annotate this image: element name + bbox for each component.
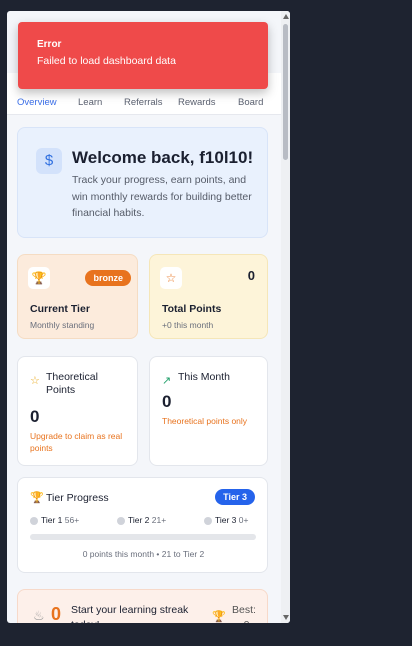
app-window: Overview Learn Referrals Rewards Board $… xyxy=(7,11,290,623)
learning-streak-card: ♨ 0 Start your learning streak today! 🏆 … xyxy=(17,589,268,623)
total-points-title: Total Points xyxy=(162,303,222,315)
star-icon: ☆ xyxy=(160,267,182,289)
streak-best-value: 0 xyxy=(244,619,250,623)
this-month-title: This Month xyxy=(178,371,230,383)
scroll-up-arrow-icon[interactable] xyxy=(283,14,289,19)
tier-step: Tier 3 0+ xyxy=(204,515,249,525)
vertical-scrollbar[interactable] xyxy=(281,11,290,623)
theoretical-title: Theoretical Points xyxy=(46,371,98,396)
this-month-note: Theoretical points only xyxy=(162,416,248,426)
tier-progress-footer: 0 points this month • 21 to Tier 2 xyxy=(82,549,205,559)
toast-title: Error xyxy=(37,39,62,50)
main-content: Overview Learn Referrals Rewards Board $… xyxy=(7,11,281,623)
streak-text: Start your learning streak today! xyxy=(71,604,189,623)
scroll-down-arrow-icon[interactable] xyxy=(283,615,289,620)
toast-message: Failed to load dashboard data xyxy=(37,55,176,67)
trophy-icon: 🏆 xyxy=(212,611,226,623)
tab-referrals[interactable]: Referrals xyxy=(124,97,163,108)
tier-step-value: 56+ xyxy=(64,515,80,525)
error-toast[interactable]: Error Failed to load dashboard data xyxy=(18,22,268,89)
tier-progress-bar xyxy=(30,534,256,540)
tier-dot xyxy=(117,516,125,525)
trophy-icon: 🏆 xyxy=(30,492,44,504)
star-outline-icon: ☆ xyxy=(30,375,40,387)
theoretical-points-card: ☆ Theoretical Points 0 Upgrade to claim … xyxy=(17,356,138,466)
trophy-icon: 🏆 xyxy=(28,267,50,289)
streak-best: Best: 0 xyxy=(232,603,256,623)
current-tier-title: Current Tier xyxy=(30,303,90,315)
tier-step-label: Tier 2 xyxy=(128,515,150,525)
welcome-description: Track your progress, earn points, and wi… xyxy=(72,174,252,219)
tier-step-value: 0+ xyxy=(238,515,249,525)
streak-value: 0 xyxy=(51,604,62,623)
trending-up-icon: ↗ xyxy=(162,375,172,387)
tier-step-label: Tier 1 xyxy=(41,515,63,525)
scroll-thumb[interactable] xyxy=(283,24,288,160)
tier-step-label: Tier 3 xyxy=(215,515,237,525)
streak-best-label: Best: xyxy=(232,604,256,616)
this-month-value: 0 xyxy=(162,392,172,411)
tab-rewards[interactable]: Rewards xyxy=(178,97,216,108)
tab-learn[interactable]: Learn xyxy=(78,97,102,108)
tier-step: Tier 2 21+ xyxy=(117,515,166,525)
tier-step: Tier 1 56+ xyxy=(30,515,79,525)
welcome-title: Welcome back, f10l10! xyxy=(72,148,254,167)
tab-board[interactable]: Board xyxy=(238,97,263,108)
tier-progress-badge: Tier 3 xyxy=(215,489,255,505)
flame-icon: ♨ xyxy=(33,608,45,623)
tier-dot xyxy=(204,516,212,525)
tab-overview[interactable]: Overview xyxy=(17,97,57,108)
tier-dot xyxy=(30,516,38,525)
dollar-icon: $ xyxy=(36,148,62,174)
theoretical-note: Upgrade to claim as real points xyxy=(30,431,123,453)
tier-progress-title: Tier Progress xyxy=(46,492,109,504)
total-points-subtitle: +0 this month xyxy=(162,320,214,330)
total-points-value: 0 xyxy=(247,268,255,283)
welcome-card: $ Welcome back, f10l10! Track your progr… xyxy=(17,127,268,238)
this-month-card: ↗ This Month 0 Theoretical points only xyxy=(149,356,268,466)
total-points-card: ☆ 0 Total Points +0 this month xyxy=(149,254,268,339)
current-tier-subtitle: Monthly standing xyxy=(30,320,95,330)
tier-progress-card: 🏆 Tier Progress Tier 3 Tier 1 56+ Tier 2… xyxy=(17,477,268,573)
tier-badge: bronze xyxy=(85,270,131,286)
theoretical-value: 0 xyxy=(30,407,40,426)
current-tier-card: 🏆 bronze Current Tier Monthly standing xyxy=(17,254,138,339)
tier-step-value: 21+ xyxy=(151,515,167,525)
